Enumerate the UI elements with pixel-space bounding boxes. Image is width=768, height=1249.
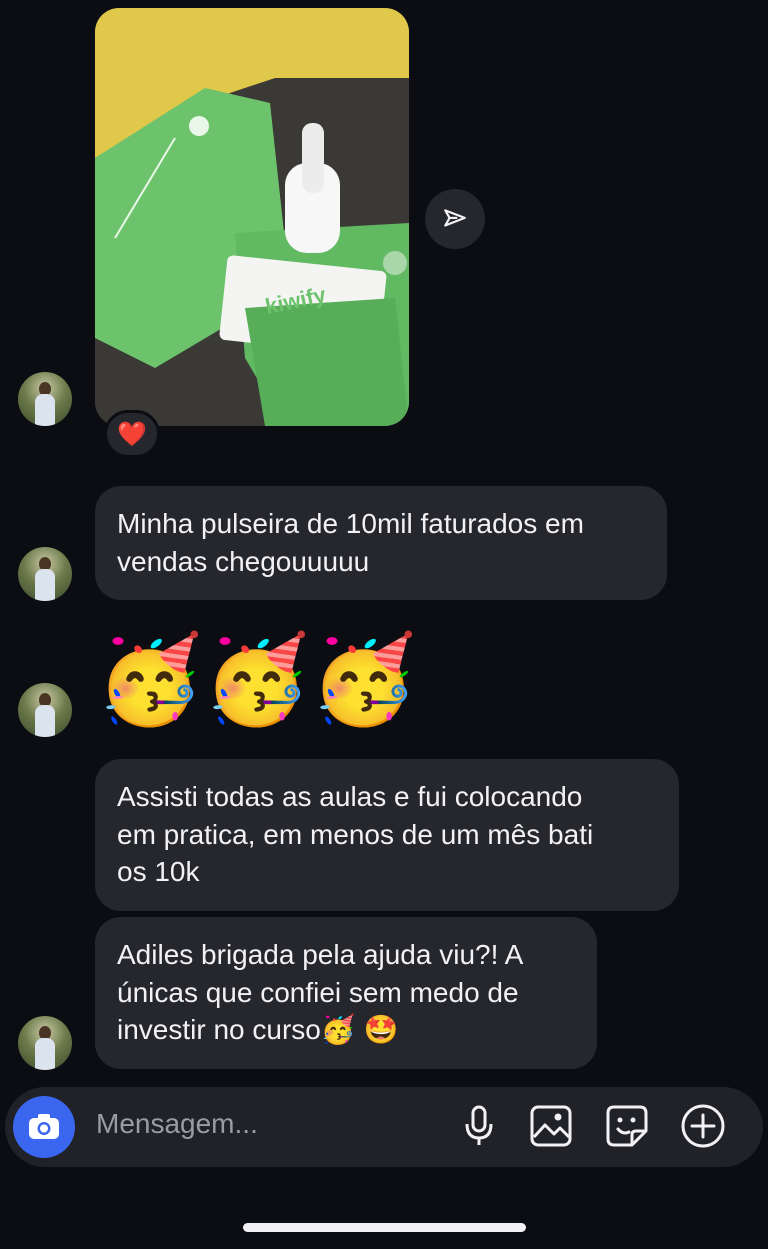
home-indicator[interactable] [243,1223,526,1232]
avatar[interactable] [18,683,72,737]
microphone-button[interactable] [456,1103,502,1149]
avatar[interactable] [18,1016,72,1070]
heart-reaction[interactable]: ❤️ [104,410,160,458]
message-bubble[interactable]: Assisti todas as aulas e fui colocando e… [95,759,679,911]
avatar[interactable] [18,547,72,601]
send-icon [444,209,466,227]
emoji-message[interactable]: 🥳🥳🥳 [96,630,417,734]
message-bubble[interactable]: Adiles brigada pela ajuda viu?! A únicas… [95,917,597,1069]
sticker-button[interactable] [604,1103,650,1149]
microphone-icon [465,1105,493,1145]
camera-button[interactable] [13,1096,75,1158]
heart-icon: ❤️ [117,420,147,448]
message-bubble[interactable]: Minha pulseira de 10mil faturados em ven… [95,486,667,600]
message-input[interactable]: Mensagem... [96,1108,258,1140]
plus-circle-icon [681,1104,725,1148]
shared-photo[interactable]: kiwify [95,8,409,426]
gallery-button[interactable] [528,1103,574,1149]
avatar[interactable] [18,372,72,426]
kiwify-packaging-photo [95,8,409,426]
camera-icon [29,1114,59,1139]
party-face-emoji: 🥳🥳🥳 [96,632,418,728]
share-button[interactable] [425,189,485,249]
sticker-icon [606,1105,648,1147]
add-button[interactable] [680,1103,726,1149]
gallery-icon [530,1105,572,1147]
